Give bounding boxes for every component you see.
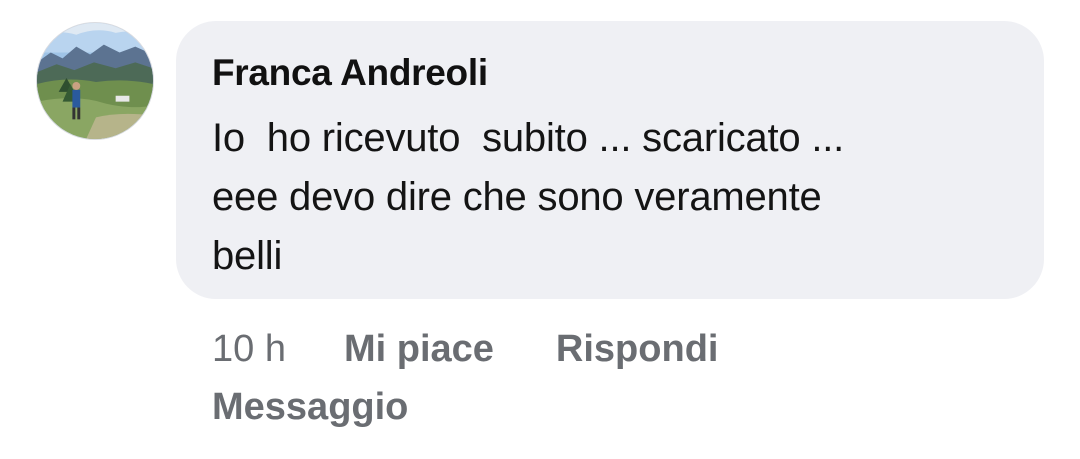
message-button[interactable]: Messaggio [212, 386, 408, 428]
comment-author[interactable]: Franca Andreoli [212, 51, 1008, 95]
like-button[interactable]: Mi piace [344, 320, 494, 378]
comment-item: Franca Andreoli Io ho ricevuto subito ..… [0, 0, 1080, 459]
reply-button[interactable]: Rispondi [556, 320, 719, 378]
avatar[interactable] [36, 22, 154, 140]
comment-actions: 10 h Mi piace Rispondi Messaggio [212, 320, 1012, 436]
comment-bubble: Franca Andreoli Io ho ricevuto subito ..… [176, 21, 1044, 299]
comment-timestamp[interactable]: 10 h [212, 320, 286, 378]
profile-photo-icon [37, 23, 153, 139]
comment-text: Io ho ricevuto subito ... scaricato ... … [212, 116, 845, 278]
